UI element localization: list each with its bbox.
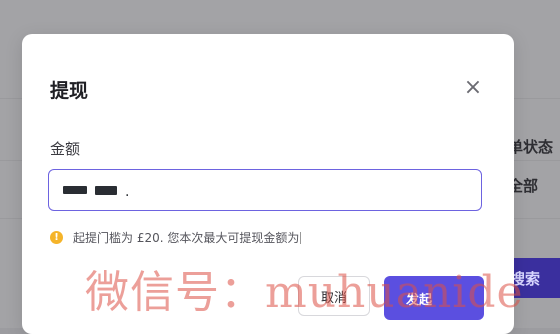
redacted-value bbox=[95, 185, 117, 195]
input-decimal-point: . bbox=[125, 184, 130, 200]
hint-row: ! 起提门槛为 £20. 您本次最大可提现金额为 bbox=[50, 229, 302, 246]
modal-title: 提现 bbox=[50, 80, 89, 102]
close-icon[interactable]: × bbox=[463, 77, 483, 99]
amount-label: 金额 bbox=[50, 140, 81, 158]
amount-input[interactable]: . bbox=[48, 169, 482, 211]
submit-button[interactable]: 发起 bbox=[384, 276, 484, 320]
warning-icon: ! bbox=[50, 231, 63, 244]
text-cursor bbox=[300, 231, 302, 244]
hint-text: 起提门槛为 £20. 您本次最大可提现金额为 bbox=[73, 231, 300, 245]
redacted-value bbox=[63, 186, 87, 194]
background-column-header: 单状态 bbox=[508, 138, 554, 156]
cancel-button[interactable]: 取消 bbox=[298, 276, 370, 316]
withdraw-modal: 提现 × 金额 . ! 起提门槛为 £20. 您本次最大可提现金额为 取消 发起 bbox=[22, 34, 514, 334]
